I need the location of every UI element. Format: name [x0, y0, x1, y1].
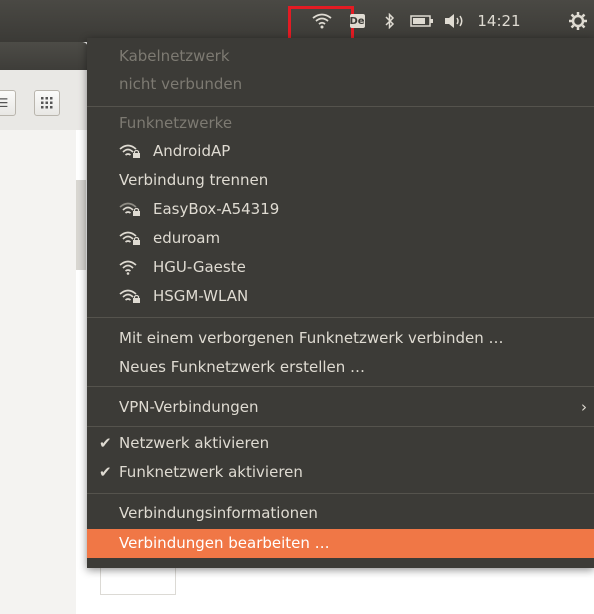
network-item[interactable]: HGU-Gaeste [119, 254, 246, 280]
network-menu: Kabelnetzwerk nicht verbunden Funknetzwe… [87, 38, 594, 568]
enable-wireless-item[interactable]: ✔ Funknetzwerk aktivieren [99, 459, 303, 485]
enable-wireless-label: Funknetzwerk aktivieren [119, 463, 303, 481]
keyboard-layout-indicator[interactable]: De [347, 0, 367, 42]
wired-network-header: Kabelnetzwerk [119, 47, 230, 65]
network-name: AndroidAP [153, 142, 231, 160]
top-panel: De 14:21 [0, 0, 594, 42]
clock-label: 14:21 [477, 12, 521, 30]
network-item-connected[interactable]: AndroidAP [119, 138, 230, 164]
enable-network-item[interactable]: ✔ Netzwerk aktivieren [99, 430, 270, 456]
edit-connections-item[interactable]: Verbindungen bearbeiten … [87, 529, 594, 558]
wired-network-status: nicht verbunden [119, 75, 243, 93]
disconnect-item[interactable]: Verbindung trennen [119, 167, 268, 193]
menu-separator [87, 426, 594, 427]
menu-separator [87, 493, 594, 494]
wifi-signal-icon [119, 260, 137, 275]
battery-icon[interactable] [407, 0, 437, 42]
wifi-signal-secure-icon [119, 202, 140, 216]
network-item[interactable]: HSGM-WLAN [119, 283, 248, 309]
grid-view-button[interactable] [34, 90, 60, 116]
network-item[interactable]: EasyBox-A54319 [119, 196, 279, 222]
wifi-icon[interactable] [304, 0, 340, 42]
create-new-network-item[interactable]: Neues Funknetzwerk erstellen … [119, 354, 365, 380]
network-name: HSGM-WLAN [153, 287, 249, 305]
settings-gear-icon[interactable] [566, 0, 590, 42]
background-window-scrollbar[interactable] [76, 180, 86, 270]
network-name: EasyBox-A54319 [153, 200, 280, 218]
background-window-titlebar [0, 42, 88, 70]
chevron-right-icon: › [581, 398, 587, 416]
network-item[interactable]: eduroam [119, 225, 220, 251]
wifi-signal-secure-icon [119, 289, 140, 303]
list-view-button[interactable]: ☰ [0, 90, 16, 116]
clock[interactable]: 14:21 [473, 0, 525, 42]
menu-separator [87, 386, 594, 387]
keyboard-layout-label: De [349, 14, 365, 28]
wifi-signal-secure-icon [119, 144, 140, 158]
wireless-networks-header: Funknetzwerke [119, 114, 233, 132]
grid-view-icon [41, 97, 53, 109]
connect-hidden-network-item[interactable]: Mit einem verborgenen Funknetzwerk verbi… [119, 325, 504, 351]
menu-separator [87, 317, 594, 318]
edit-connections-label: Verbindungen bearbeiten … [119, 534, 330, 552]
background-window-sidebar [0, 130, 76, 614]
volume-icon[interactable] [440, 0, 470, 42]
vpn-connections-item[interactable]: VPN-Verbindungen [119, 394, 259, 420]
network-name: eduroam [153, 229, 221, 247]
menu-separator [87, 106, 594, 107]
network-name: HGU-Gaeste [153, 258, 246, 276]
bluetooth-icon[interactable] [381, 0, 399, 42]
connection-info-item[interactable]: Verbindungsinformationen [119, 500, 318, 526]
checkmark-icon: ✔ [99, 463, 112, 481]
wifi-signal-secure-icon [119, 231, 140, 245]
background-window-toolbar: ☰ [0, 70, 88, 131]
enable-network-label: Netzwerk aktivieren [119, 434, 270, 452]
list-view-icon: ☰ [0, 96, 9, 110]
checkmark-icon: ✔ [99, 434, 112, 452]
